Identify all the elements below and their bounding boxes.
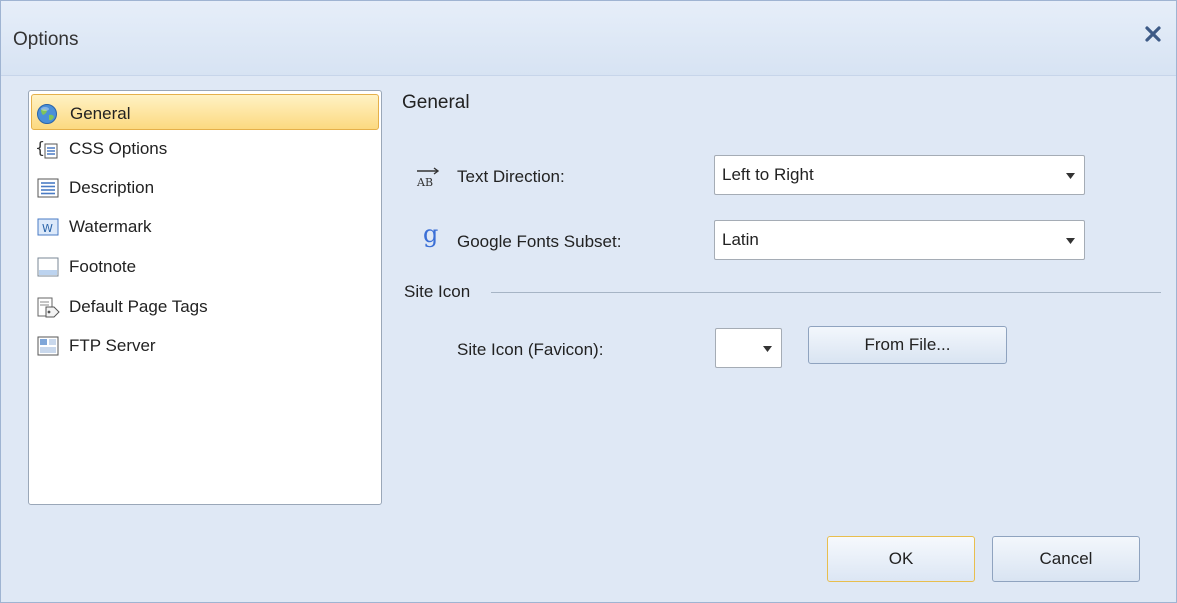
chevron-down-icon bbox=[1066, 238, 1075, 244]
ok-label: OK bbox=[888, 549, 914, 568]
nav-item-css-options[interactable]: { CSS Options bbox=[31, 130, 379, 166]
nav-item-label: Footnote bbox=[69, 257, 137, 276]
footnote-icon bbox=[35, 256, 61, 278]
nav-item-watermark[interactable]: W Watermark bbox=[31, 208, 379, 244]
nav-item-label: General bbox=[70, 104, 131, 123]
options-dialog: Options General {CSS Options Descriptio… bbox=[0, 0, 1177, 603]
svg-text:{: { bbox=[35, 138, 45, 157]
text-direction-select[interactable]: Left to Right bbox=[714, 155, 1085, 195]
nav-item-label: Default Page Tags bbox=[69, 297, 208, 316]
ftp-server-icon bbox=[35, 335, 61, 357]
nav-item-description[interactable]: Description bbox=[31, 169, 379, 205]
nav-item-label: FTP Server bbox=[69, 336, 156, 355]
text-direction-icon: AB bbox=[415, 165, 441, 194]
css-braces-icon: { bbox=[35, 138, 61, 160]
google-fonts-subset-select[interactable]: Latin bbox=[714, 220, 1085, 260]
window-title: Options bbox=[13, 29, 79, 50]
close-button[interactable] bbox=[1142, 23, 1164, 45]
google-g-icon: g bbox=[421, 220, 443, 253]
chevron-down-icon bbox=[763, 346, 772, 352]
nav-item-default-page-tags[interactable]: Default Page Tags bbox=[31, 288, 379, 324]
nav-item-label: Description bbox=[69, 178, 155, 197]
google-fonts-value: Latin bbox=[722, 230, 759, 249]
close-icon bbox=[1145, 26, 1161, 42]
svg-text:W: W bbox=[42, 222, 53, 235]
nav-item-ftp-server[interactable]: FTP Server bbox=[31, 327, 379, 363]
text-direction-label: Text Direction: bbox=[457, 167, 565, 186]
nav-item-label: Watermark bbox=[69, 217, 152, 236]
text-direction-value: Left to Right bbox=[722, 165, 814, 184]
nav-item-label: CSS Options bbox=[69, 139, 168, 158]
cancel-button[interactable]: Cancel bbox=[992, 536, 1140, 582]
from-file-button[interactable]: From File... bbox=[808, 326, 1007, 364]
title-bar: Options bbox=[1, 1, 1176, 76]
chevron-down-icon bbox=[1066, 173, 1075, 179]
cancel-label: Cancel bbox=[1039, 549, 1093, 568]
nav-item-general[interactable]: General bbox=[31, 94, 379, 130]
svg-text:AB: AB bbox=[416, 176, 433, 189]
site-icon-label: Site Icon (Favicon): bbox=[457, 340, 604, 359]
dialog-body: General { CSS Options Description W Wate… bbox=[1, 76, 1176, 602]
ok-button[interactable]: OK bbox=[827, 536, 975, 582]
document-lines-icon bbox=[35, 177, 61, 199]
watermark-w-icon: W bbox=[35, 216, 61, 238]
svg-text:g: g bbox=[423, 220, 438, 248]
globe-icon bbox=[36, 103, 62, 125]
site-icon-group-label: Site Icon bbox=[404, 282, 471, 301]
category-list: General { CSS Options Description W Wate… bbox=[28, 90, 382, 505]
nav-item-footnote[interactable]: Footnote bbox=[31, 248, 379, 284]
section-title: General bbox=[402, 92, 470, 113]
group-divider bbox=[491, 292, 1161, 293]
favicon-select[interactable] bbox=[715, 328, 782, 368]
google-fonts-label: Google Fonts Subset: bbox=[457, 232, 622, 251]
from-file-label: From File... bbox=[864, 335, 951, 354]
tag-page-icon bbox=[35, 296, 61, 318]
